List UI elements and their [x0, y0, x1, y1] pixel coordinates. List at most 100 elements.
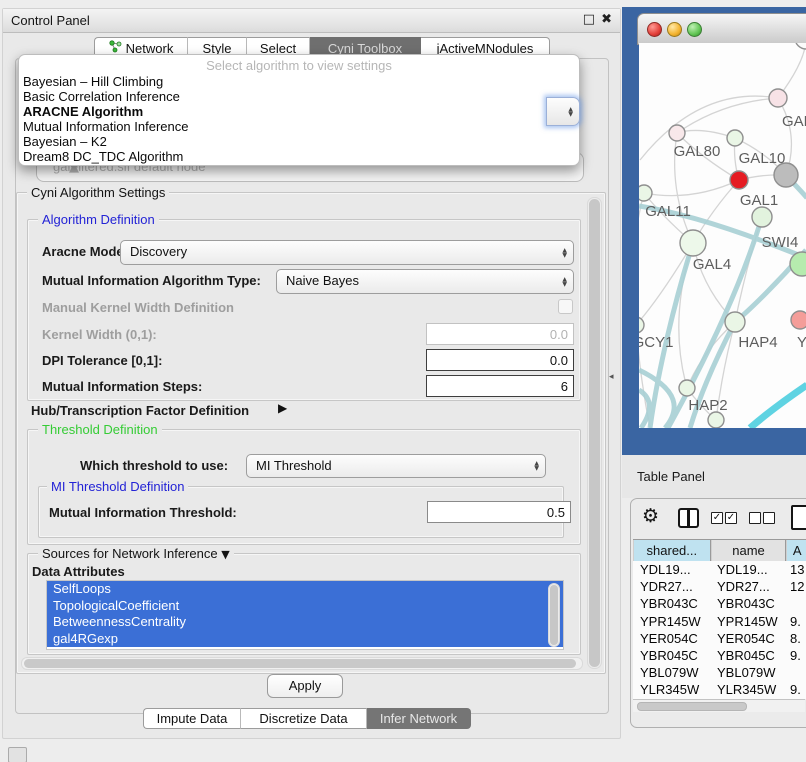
unchecked-checkbox-icon[interactable] — [749, 512, 761, 524]
table-row[interactable]: YER054CYER054C8. — [633, 630, 806, 647]
cell: YBR043C — [640, 596, 698, 611]
column-header-name[interactable]: name — [711, 540, 787, 561]
table-row[interactable]: YDL19...YDL19...13 — [633, 561, 806, 578]
table-body: YDL19...YDL19...13 YDR27...YDR27...12 YB… — [633, 561, 806, 699]
cell: YDR27... — [717, 579, 770, 594]
table-row[interactable]: YPR145WYPR145W9. — [633, 613, 806, 630]
sources-group: Data Attributes SelfLoops TopologicalCoe… — [27, 553, 581, 655]
table-row[interactable]: YLR345WYLR345W9. — [633, 681, 806, 698]
manual-kernel-checkbox[interactable] — [558, 299, 573, 314]
app-root: Control Panel □ ✖ Network Style Select — [0, 0, 806, 762]
node-gal1-red[interactable] — [730, 171, 748, 189]
table-horizontal-scrollbar[interactable] — [633, 699, 805, 712]
node-gal11[interactable] — [639, 185, 652, 201]
control-panel-titlebar: Control Panel □ ✖ — [3, 9, 620, 33]
split-columns-icon[interactable] — [678, 508, 699, 528]
node-green[interactable] — [752, 207, 772, 227]
node-hap2[interactable] — [679, 380, 695, 396]
aracne-mode-combo[interactable]: Discovery ▲▼ — [120, 240, 574, 265]
algorithm-option[interactable]: Bayesian – Hill Climbing — [23, 74, 163, 89]
network-canvas[interactable]: GAL GAL80 GAL10 GAL1 GAL11 GAL4 SWI4 GCY… — [639, 43, 806, 428]
cell: 12 — [790, 579, 804, 594]
attribute-item-selected[interactable]: SelfLoops — [47, 581, 563, 598]
close-traffic-light-icon[interactable] — [647, 22, 662, 37]
node-swi4[interactable] — [790, 252, 806, 276]
attributes-scrollbar[interactable] — [548, 583, 560, 647]
cell: YER054C — [640, 631, 698, 646]
algorithm-option[interactable]: Dream8 DC_TDC Algorithm — [23, 149, 183, 164]
settings-vertical-scrollbar[interactable] — [587, 197, 602, 669]
table-header-row: shared... name A — [633, 539, 806, 562]
tab-impute-data[interactable]: Impute Data — [143, 708, 241, 729]
column-header-clipped[interactable]: A — [786, 540, 806, 561]
node-partial[interactable] — [795, 43, 806, 49]
kernel-width-label: Kernel Width (0,1): — [42, 327, 157, 342]
cell: YPR145W — [640, 614, 701, 629]
document-icon[interactable] — [791, 505, 806, 530]
table-row[interactable]: YBR043C YBR043C — [633, 595, 806, 612]
cell: YBR043C — [717, 596, 775, 611]
sources-collapse-arrow-icon[interactable]: ▼ — [221, 548, 229, 561]
network-window-titlebar[interactable] — [637, 13, 806, 45]
attribute-item-selected[interactable]: gal4RGexp — [47, 631, 563, 648]
inference-algorithm-combo-fragment[interactable]: ▲▼ — [546, 97, 580, 126]
dpi-tolerance-field[interactable]: 0.0 — [426, 349, 574, 371]
node-gal4[interactable] — [680, 230, 706, 256]
kernel-width-value: 0.0 — [550, 327, 568, 342]
which-threshold-combo[interactable]: MI Threshold ▲▼ — [246, 454, 546, 478]
node-label: GAL1 — [740, 192, 778, 209]
algorithm-option[interactable]: Mutual Information Inference — [23, 119, 188, 134]
gear-icon[interactable]: ⚙ — [642, 505, 659, 527]
tab-infer-network[interactable]: Infer Network — [367, 708, 471, 729]
hub-expand-arrow-icon[interactable]: ▶ — [278, 401, 287, 415]
node-label: SWI4 — [762, 234, 799, 251]
cell: YDL19... — [640, 562, 691, 577]
checked-checkbox-icon[interactable]: ✓ — [725, 512, 737, 524]
node-gal80[interactable] — [669, 125, 685, 141]
table-row[interactable]: YDR27...YDR27...12 — [633, 578, 806, 595]
mi-steps-field[interactable]: 6 — [426, 375, 574, 397]
mi-steps-label: Mutual Information Steps: — [42, 379, 202, 394]
aracne-mode-value: Discovery — [130, 244, 187, 259]
zoom-traffic-light-icon[interactable] — [687, 22, 702, 37]
dock-grip-icon[interactable] — [8, 747, 27, 762]
hub-definition-label[interactable]: Hub/Transcription Factor Definition — [31, 403, 249, 418]
mi-algorithm-type-combo[interactable]: Naive Bayes ▲▼ — [276, 269, 574, 294]
threshold-definition-group: Which threshold to use: MI Threshold ▲▼ … — [27, 429, 581, 545]
minimize-traffic-light-icon[interactable] — [667, 22, 682, 37]
apply-button[interactable]: Apply — [267, 674, 343, 698]
table-row[interactable]: YBL079WYBL079W — [633, 664, 806, 681]
algorithm-option[interactable]: Bayesian – K2 — [23, 134, 107, 149]
node-gcy1[interactable] — [639, 317, 644, 333]
column-header-shared[interactable]: shared... — [633, 540, 711, 561]
kernel-width-field[interactable]: 0.0 — [426, 323, 574, 345]
node-gal-pink[interactable] — [769, 89, 787, 107]
panel-resize-handle[interactable]: ◂ — [609, 371, 614, 382]
algorithm-dropdown-popup: Select algorithm to view settings Bayesi… — [18, 54, 580, 166]
attribute-item-selected[interactable]: TopologicalCoefficient — [47, 598, 563, 615]
algorithm-option[interactable]: Basic Correlation Inference — [23, 89, 180, 104]
manual-kernel-label: Manual Kernel Width Definition — [42, 300, 234, 315]
node-salmon[interactable] — [791, 311, 806, 329]
aracne-mode-label: Aracne Mode: — [42, 244, 128, 259]
tab-discretize-data[interactable]: Discretize Data — [241, 708, 367, 729]
attribute-item-selected[interactable]: BetweennessCentrality — [47, 614, 563, 631]
which-threshold-value: MI Threshold — [256, 458, 332, 473]
checked-checkbox-icon[interactable]: ✓ — [711, 512, 723, 524]
node-gal10[interactable] — [727, 130, 743, 146]
table-row[interactable]: YBR045CYBR045C9. — [633, 647, 806, 664]
mi-threshold-field[interactable]: 0.5 — [427, 501, 571, 523]
close-window-icon[interactable]: ✖ — [601, 12, 612, 27]
settings-horizontal-scrollbar[interactable] — [21, 657, 583, 670]
float-window-icon[interactable]: □ — [583, 12, 595, 27]
node-label: HAP4 — [738, 334, 777, 351]
node-bottom[interactable] — [708, 412, 724, 428]
unchecked-checkbox-icon[interactable] — [763, 512, 775, 524]
algorithm-definition-group: Aracne Mode: Discovery ▲▼ Mutual Informa… — [27, 219, 581, 401]
node-label: HAP2 — [688, 397, 727, 414]
settings-group-title: Cyni Algorithm Settings — [27, 185, 169, 200]
data-attributes-list: SelfLoops TopologicalCoefficient Between… — [46, 580, 564, 650]
node-label: GAL — [782, 113, 806, 130]
algorithm-option-selected[interactable]: ARACNE Algorithm — [23, 104, 143, 119]
node-hap4[interactable] — [725, 312, 745, 332]
